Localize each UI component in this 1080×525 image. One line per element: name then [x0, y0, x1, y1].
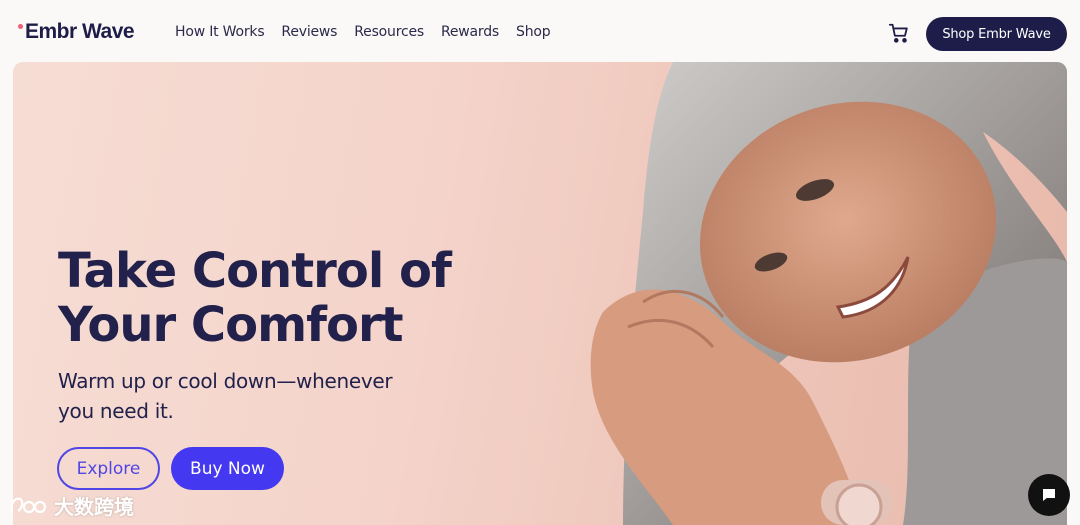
cart-icon[interactable]	[888, 22, 910, 44]
hero-subtitle-line-2: you need it.	[58, 399, 174, 423]
watermark-logo-icon	[10, 497, 47, 513]
explore-button[interactable]: Explore	[57, 447, 160, 490]
nav-shop[interactable]: Shop	[516, 24, 551, 40]
nav-resources[interactable]: Resources	[354, 24, 424, 40]
hero-title-line-1: Take Control of	[58, 243, 452, 299]
watermark: 大数跨境	[8, 491, 134, 520]
site-header: Embr Wave How It Works Reviews Resources…	[0, 0, 1080, 62]
logo-dot	[18, 24, 23, 29]
hero-subtitle-line-1: Warm up or cool down—whenever	[58, 369, 393, 393]
hero-title: Take Control of Your Comfort	[58, 243, 452, 353]
nav-rewards[interactable]: Rewards	[441, 24, 499, 40]
main-nav: How It Works Reviews Resources Rewards S…	[175, 24, 567, 40]
embr-wave-logo[interactable]: Embr Wave	[18, 20, 135, 44]
hero-title-line-2: Your Comfort	[58, 297, 404, 353]
nav-reviews[interactable]: Reviews	[281, 24, 337, 40]
nav-how-it-works[interactable]: How It Works	[175, 24, 265, 40]
chat-bubble-icon[interactable]	[1028, 474, 1070, 516]
logo-text: Embr Wave	[25, 20, 135, 43]
hero-banner: Take Control of Your Comfort Warm up or …	[13, 62, 1067, 525]
watermark-text: 大数跨境	[54, 495, 134, 519]
hero-photo	[590, 62, 1067, 525]
hero-subtitle: Warm up or cool down—whenever you need i…	[58, 366, 438, 426]
shop-embr-wave-button[interactable]: Shop Embr Wave	[926, 17, 1067, 51]
buy-now-button[interactable]: Buy Now	[171, 447, 284, 490]
